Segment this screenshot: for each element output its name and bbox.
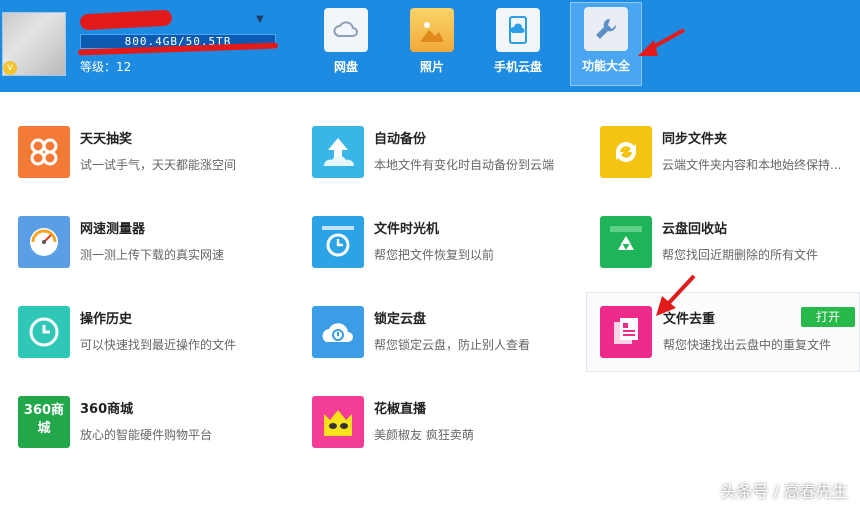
feature-desc: 云端文件夹内容和本地始终保持... [662,158,842,172]
nav-label: 手机云盘 [493,60,542,74]
annotation-arrow [638,28,685,56]
avatar[interactable]: v [2,12,66,76]
tools-icon [584,7,628,51]
feature-360-store[interactable]: 360商城 360商城 放心的智能硬件购物平台 [18,396,288,476]
feature-lock-drive[interactable]: 锁定云盘 帮您锁定云盘，防止别人查看 [312,306,582,386]
time-machine-icon [312,216,364,268]
mobile-cloud-icon [496,8,540,52]
huajiao-live-icon [312,396,364,448]
feature-title: 同步文件夹 [662,132,728,147]
feature-desc: 可以快速找到最近操作的文件 [80,338,237,352]
nav-photos[interactable]: 照片 [396,4,468,84]
nav-label: 网盘 [333,60,358,74]
nav-label: 功能大全 [581,59,630,73]
feature-desc: 放心的智能硬件购物平台 [80,428,213,442]
feature-title: 花椒直播 [374,402,427,417]
feature-lottery[interactable]: 天天抽奖 试一试手气，天天都能涨空间 [18,126,288,206]
feature-title: 锁定云盘 [374,312,427,327]
feature-desc: 帮您找回近期删除的所有文件 [662,248,819,262]
feature-title: 自动备份 [374,132,427,147]
recycle-bin-icon [600,216,652,268]
lottery-icon [18,126,70,178]
chevron-down-icon[interactable]: ▼ [256,14,264,25]
feature-desc: 美颜椒友 疯狂卖萌 [374,428,474,442]
feature-desc: 本地文件有变化时自动备份到云端 [374,158,555,172]
feature-desc: 帮您锁定云盘，防止别人查看 [374,338,531,352]
feature-history[interactable]: 操作历史 可以快速找到最近操作的文件 [18,306,288,386]
feature-recycle-bin[interactable]: 云盘回收站 帮您找回近期删除的所有文件 [600,216,860,296]
feature-title: 天天抽奖 [80,132,133,147]
vip-badge-icon: v [3,61,17,75]
feature-title: 操作历史 [80,312,133,327]
annotation-arrow [656,274,696,316]
feature-dedupe[interactable]: 文件去重 帮您快速找出云盘中的重复文件 打开 [586,292,860,372]
watermark: 头条号 / 高春先生 [720,482,848,501]
redacted-username [79,9,173,31]
feature-title: 文件时光机 [374,222,440,237]
upload-cloud-icon [312,126,364,178]
feature-desc: 帮您把文件恢复到以前 [374,248,495,262]
feature-title: 云盘回收站 [662,222,728,237]
user-level: 等级：12 [80,60,132,74]
history-clock-icon [18,306,70,358]
dedupe-files-icon [600,306,652,358]
feature-time-machine[interactable]: 文件时光机 帮您把文件恢复到以前 [312,216,582,296]
feature-title: 360商城 [80,402,134,417]
sync-folder-icon [600,126,652,178]
nav-mobile-cloud[interactable]: 手机云盘 [482,4,554,84]
feature-title: 网速测量器 [80,222,146,237]
store-icon: 360商城 [18,396,70,448]
lock-cloud-icon [312,306,364,358]
top-bar: v ▼ 800.4GB/50.5TB 等级：12 网盘 照片 手机云盘 功能大全 [0,0,860,92]
feature-auto-backup[interactable]: 自动备份 本地文件有变化时自动备份到云端 [312,126,582,206]
feature-desc: 帮您快速找出云盘中的重复文件 [663,338,832,352]
nav-label: 照片 [419,60,444,74]
photo-icon [410,8,454,52]
cloud-drive-icon [324,8,368,52]
feature-huajiao-live[interactable]: 花椒直播 美颜椒友 疯狂卖萌 [312,396,582,476]
nav-cloud-drive[interactable]: 网盘 [310,4,382,84]
feature-desc: 测一测上传下载的真实网速 [80,248,225,262]
feature-desc: 试一试手气，天天都能涨空间 [80,158,237,172]
open-button[interactable]: 打开 [801,307,855,327]
feature-sync-folder[interactable]: 同步文件夹 云端文件夹内容和本地始终保持... [600,126,860,206]
speedometer-icon [18,216,70,268]
store-icon-text: 360商城 [23,403,65,436]
feature-speed-test[interactable]: 网速测量器 测一测上传下载的真实网速 [18,216,288,296]
